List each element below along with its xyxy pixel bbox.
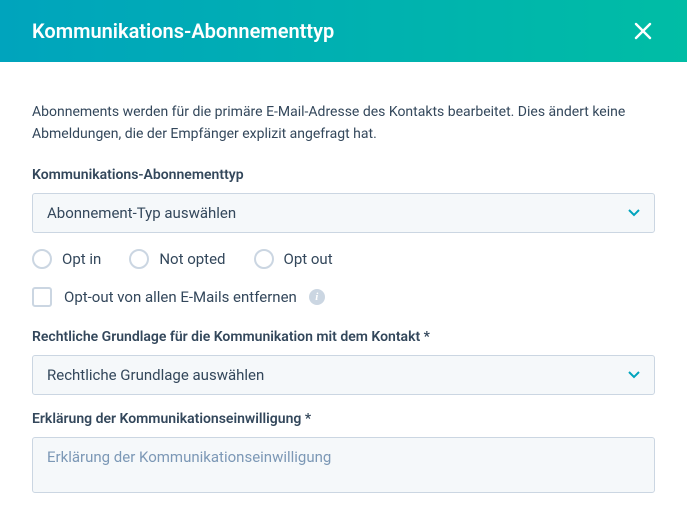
radio-icon <box>254 249 274 269</box>
modal-header: Kommunikations-Abonnementtyp <box>0 0 687 62</box>
radio-opt-in[interactable]: Opt in <box>32 249 101 269</box>
radio-not-opted[interactable]: Not opted <box>129 249 225 269</box>
subscription-type-placeholder: Abonnement-Typ auswählen <box>47 204 236 222</box>
legal-basis-placeholder: Rechtliche Grundlage auswählen <box>47 366 264 384</box>
chevron-down-icon <box>628 209 640 217</box>
radio-icon <box>129 249 149 269</box>
radio-opt-out[interactable]: Opt out <box>254 249 333 269</box>
legal-basis-select[interactable]: Rechtliche Grundlage auswählen <box>32 355 655 395</box>
consent-explanation-label: Erklärung der Kommunikationseinwilligung <box>32 411 655 427</box>
remove-optout-checkbox[interactable] <box>32 287 52 307</box>
subscription-type-select[interactable]: Abonnement-Typ auswählen <box>32 193 655 233</box>
description-text: Abonnements werden für die primäre E-Mai… <box>32 102 655 145</box>
chevron-down-icon <box>628 371 640 379</box>
radio-label: Not opted <box>159 250 225 268</box>
legal-basis-label: Rechtliche Grundlage für die Kommunikati… <box>32 329 655 345</box>
consent-explanation-textarea[interactable] <box>32 437 655 493</box>
radio-label: Opt in <box>62 250 101 268</box>
radio-label: Opt out <box>284 250 333 268</box>
subscription-type-label: Kommunikations-Abonnementtyp <box>32 167 655 183</box>
remove-optout-row: Opt-out von allen E-Mails entfernen i <box>32 287 655 307</box>
remove-optout-label: Opt-out von allen E-Mails entfernen <box>64 288 297 306</box>
modal-title: Kommunikations-Abonnementtyp <box>32 19 334 43</box>
radio-icon <box>32 249 52 269</box>
close-button[interactable] <box>627 15 659 47</box>
opt-status-group: Opt in Not opted Opt out <box>32 249 655 269</box>
modal-body: Abonnements werden für die primäre E-Mai… <box>0 62 687 521</box>
close-icon <box>633 21 653 41</box>
info-icon[interactable]: i <box>309 289 325 305</box>
